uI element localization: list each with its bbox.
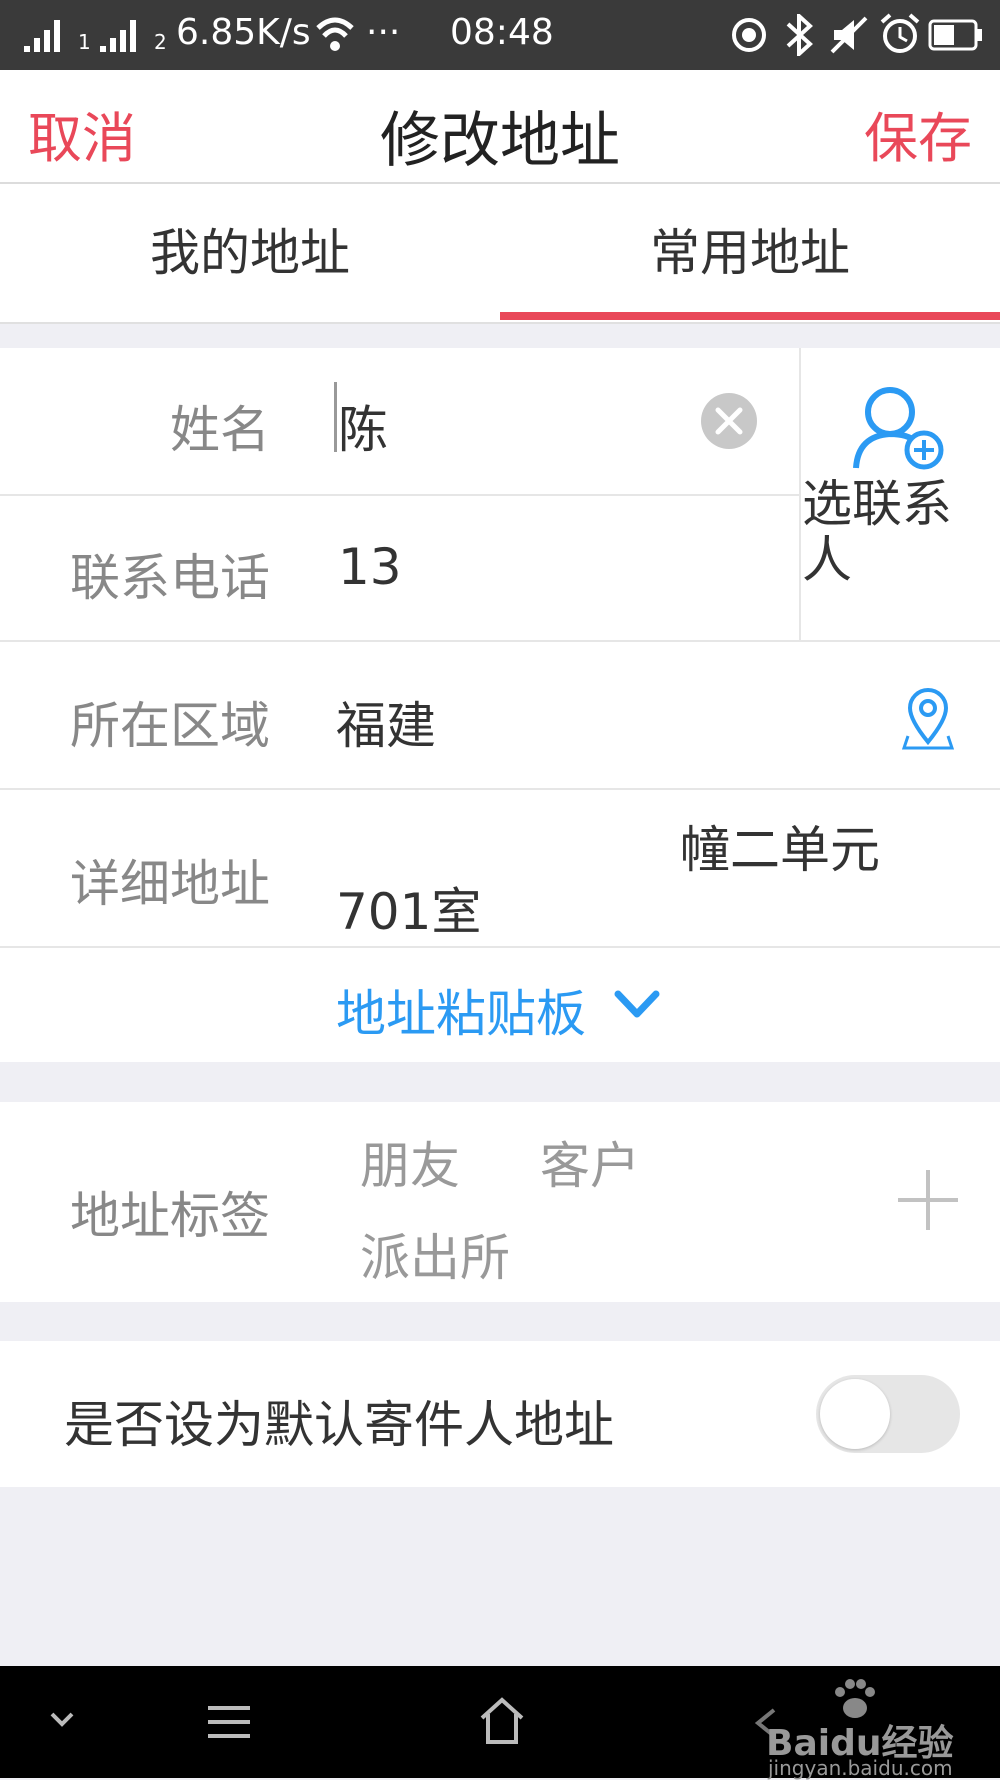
signal-icon: [24, 20, 60, 52]
signal-icon-2: [100, 20, 136, 52]
default-sender-setting: 是否设为默认寄件人地址: [0, 1341, 1000, 1487]
select-contact-label: 选联系人: [802, 475, 952, 589]
clock: 08:48: [450, 12, 554, 53]
sim1-badge: 1: [78, 30, 91, 54]
address-form: 姓名 陈 选联系人 联系电话 13 所在区域 福建 详细地址 幢二单元 701室…: [0, 348, 1000, 1062]
detail-input-line2[interactable]: 701室: [336, 872, 481, 944]
tag-police-station[interactable]: 派出所: [360, 1218, 510, 1290]
map-pin-icon[interactable]: [902, 686, 954, 750]
divider: [0, 640, 1000, 642]
tag-friend[interactable]: 朋友: [360, 1126, 460, 1198]
network-speed: 6.85K/s: [176, 12, 311, 53]
save-button[interactable]: 保存: [864, 94, 972, 173]
select-contact-button[interactable]: 选联系人: [800, 348, 1000, 642]
system-nav-bar: Baidu经验 jingyan.baidu.com: [0, 1666, 1000, 1780]
clear-icon[interactable]: [700, 392, 758, 450]
add-tag-icon[interactable]: [896, 1168, 960, 1232]
name-label: 姓名: [170, 401, 270, 459]
text-cursor: [334, 382, 337, 452]
menu-icon[interactable]: [206, 1702, 252, 1742]
phone-label: 联系电话: [70, 549, 270, 607]
active-tab-indicator: [500, 312, 1000, 320]
nav-bar: 修改地址 取消 保存: [0, 70, 1000, 184]
cancel-button[interactable]: 取消: [28, 94, 136, 173]
collapse-icon[interactable]: [48, 1710, 76, 1730]
detail-input-line1[interactable]: 幢二单元: [680, 810, 880, 882]
default-sender-label: 是否设为默认寄件人地址: [64, 1396, 614, 1454]
mute-icon: [830, 16, 868, 54]
address-clipboard-toggle[interactable]: 地址粘贴板: [0, 948, 1000, 1062]
alarm-icon: [880, 13, 920, 53]
bluetooth-icon: [786, 14, 813, 56]
tags-label: 地址标签: [70, 1187, 270, 1245]
add-contact-icon: [853, 387, 944, 470]
sim2-badge: 2: [154, 30, 167, 54]
wifi-icon: [316, 17, 354, 51]
tab-my-address[interactable]: 我的地址: [0, 184, 500, 322]
address-tabs: 我的地址 常用地址: [0, 184, 1000, 324]
clipboard-label: 地址粘贴板: [336, 985, 586, 1043]
detail-label: 详细地址: [70, 855, 270, 913]
home-icon[interactable]: [478, 1696, 526, 1746]
divider: [0, 788, 1000, 790]
address-tags: 地址标签 朋友 客户 派出所: [0, 1102, 1000, 1302]
default-sender-toggle[interactable]: [816, 1375, 960, 1453]
page-title: 修改地址: [380, 106, 620, 176]
watermark-url: jingyan.baidu.com: [768, 1756, 953, 1780]
more-notifications: ···: [366, 12, 401, 53]
region-label: 所在区域: [70, 697, 270, 755]
divider: [0, 494, 800, 496]
toggle-knob: [820, 1379, 890, 1449]
baidu-jingyan-watermark: Baidu经验 jingyan.baidu.com: [766, 1676, 962, 1780]
name-input[interactable]: 陈: [338, 390, 388, 462]
tab-common-address[interactable]: 常用地址: [500, 184, 1000, 322]
battery-icon: [928, 19, 982, 51]
tag-customer[interactable]: 客户: [540, 1126, 640, 1198]
phone-input[interactable]: 13: [338, 538, 402, 596]
status-bar: 1 2 6.85K/s ··· 08:48: [0, 0, 1000, 70]
location-icon: [732, 18, 766, 52]
chevron-down-icon: [614, 990, 660, 1018]
region-input[interactable]: 福建: [336, 686, 436, 758]
